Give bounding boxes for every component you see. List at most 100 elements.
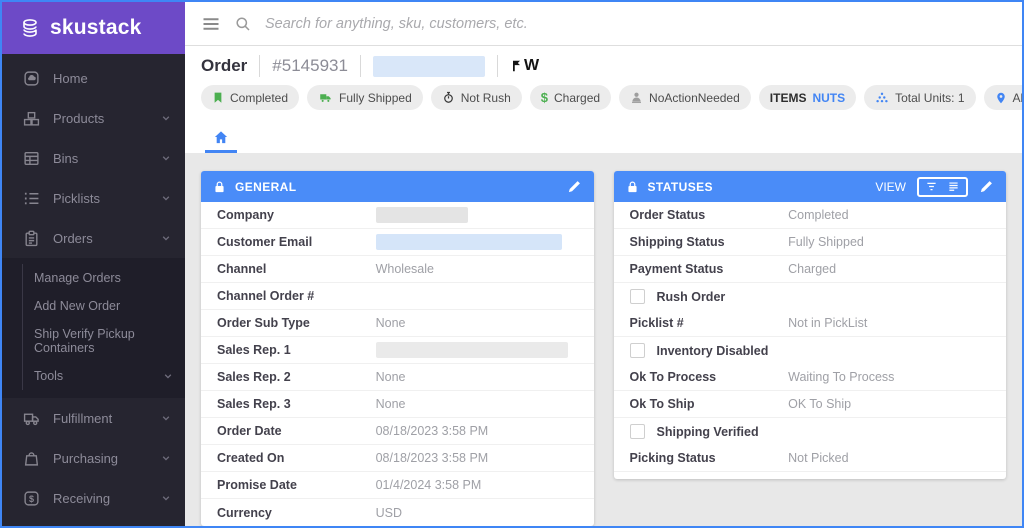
field-row-created-on: Created On 08/18/2023 3:58 PM (201, 445, 594, 472)
field-value: 08/18/2023 3:58 PM (375, 424, 489, 438)
field-label: Channel (217, 262, 267, 276)
field-label: Payment Status (629, 262, 724, 276)
bookmark-icon (212, 91, 224, 104)
redacted-value (375, 207, 468, 223)
person-icon (630, 91, 643, 104)
shipping-verified-checkbox[interactable] (629, 424, 645, 439)
badge-label: Aliquippa, PA, United States (1012, 90, 1023, 105)
home-icon (22, 70, 40, 87)
location-badge: Aliquippa, PA, United States (983, 85, 1023, 110)
field-row-sales-rep-3: Sales Rep. 3 None (201, 391, 594, 418)
field-label: Channel Order # (217, 289, 315, 303)
submenu-item-label: Manage Orders (34, 271, 121, 285)
field-label: Inventory Disabled (656, 343, 769, 358)
field-value: None (375, 316, 406, 330)
main-area: Order #5145931 W Completed (185, 2, 1022, 526)
order-number: #5145931 (272, 56, 348, 75)
edit-general-button[interactable] (567, 179, 582, 194)
picklists-icon (22, 190, 40, 207)
orders-icon (22, 230, 40, 247)
lock-icon (213, 180, 226, 194)
sidebar-item-label: Products (53, 110, 105, 126)
filter-view-icon[interactable] (925, 181, 938, 192)
redacted-value (375, 342, 568, 358)
chevron-down-icon (161, 413, 171, 423)
sidebar-nav: Home Products Bins Picklists Orders Mana… (2, 54, 185, 526)
submenu-item-label: Add New Order (34, 299, 121, 313)
checkbox-row-inventory-disabled: Inventory Disabled (614, 337, 1007, 364)
sidebar-item-home[interactable]: Home (2, 58, 185, 98)
checkbox-row-rush-order: Rush Order (614, 283, 1007, 310)
divider (496, 55, 498, 77)
redacted-order-name (372, 55, 485, 77)
field-label: Shipping Status (629, 235, 725, 249)
general-panel-header: GENERAL (201, 171, 594, 202)
submenu-item-label: Ship Verify Pickup Containers (34, 327, 135, 355)
sidebar-item-picklists[interactable]: Picklists (2, 178, 185, 218)
field-label: Shipping Verified (656, 424, 759, 439)
field-row-currency: Currency USD (201, 499, 594, 526)
field-label: Promise Date (217, 478, 297, 492)
sidebar-item-purchasing[interactable]: Purchasing (2, 438, 185, 478)
sidebar-item-transfer[interactable]: Transfer (2, 518, 185, 526)
status-badge-completed: Completed (201, 85, 300, 110)
inventory-disabled-checkbox[interactable] (629, 343, 645, 358)
view-toggle-group[interactable] (917, 176, 968, 197)
hamburger-menu-icon[interactable] (201, 14, 221, 34)
submenu-item-manage-orders[interactable]: Manage Orders (23, 264, 185, 292)
search-input[interactable] (265, 15, 1006, 32)
submenu-item-tools[interactable]: Tools (23, 362, 185, 390)
field-label: Currency (217, 505, 272, 520)
field-row-sales-rep-1: Sales Rep. 1 (201, 337, 594, 364)
tab-home[interactable] (205, 130, 237, 153)
page-title: Order (201, 56, 248, 75)
sidebar-item-label: Receiving (53, 490, 111, 506)
submenu-item-label: Tools (34, 369, 64, 383)
panel-title: GENERAL (235, 179, 297, 194)
order-badges: Completed Fully Shipped Not Rush $ Charg… (185, 83, 1022, 122)
badge-label: Fully Shipped (339, 90, 412, 105)
field-row-ok-to-ship: Ok To Ship OK To Ship (613, 391, 1006, 418)
general-rows: Company Customer Email Channel Wholesale… (201, 202, 594, 526)
field-label: Rush Order (656, 289, 726, 304)
field-label: Sales Rep. 2 (217, 370, 291, 384)
channel-brand-logo: W (510, 57, 539, 75)
lock-icon (626, 180, 639, 194)
pin-icon (995, 91, 1007, 105)
submenu-item-ship-verify-pickup-containers[interactable]: Ship Verify Pickup Containers (23, 320, 185, 362)
field-value: Charged (788, 262, 837, 276)
sidebar-item-fulfillment[interactable]: Fulfillment (2, 398, 185, 438)
field-row-promise-date: Promise Date 01/4/2024 3:58 PM (201, 472, 594, 499)
panel-title: STATUSES (647, 179, 713, 194)
chevron-down-icon (161, 153, 171, 163)
redacted-value (375, 234, 562, 250)
status-badge-charged: $ Charged (529, 85, 612, 110)
list-view-icon[interactable] (947, 181, 960, 192)
edit-statuses-button[interactable] (979, 179, 994, 194)
field-label: Ok To Ship (629, 397, 695, 411)
field-row-ok-to-process: Ok To Process Waiting To Process (613, 364, 1006, 391)
status-badge-not-rush: Not Rush (430, 85, 522, 110)
bins-icon (22, 150, 40, 167)
sidebar-item-products[interactable]: Products (2, 98, 185, 138)
divider (259, 55, 261, 77)
sidebar-item-bins[interactable]: Bins (2, 138, 185, 178)
field-label: Picklist # (629, 316, 684, 330)
items-badge-prefix: ITEMS (769, 90, 807, 105)
items-badge-link[interactable]: NUTS (812, 91, 845, 105)
field-label: Sales Rep. 1 (217, 343, 291, 357)
sidebar-item-label: Fulfillment (53, 410, 113, 426)
submenu-item-add-new-order[interactable]: Add New Order (23, 292, 185, 320)
field-value: Fully Shipped (788, 235, 864, 249)
field-label: Customer Email (217, 235, 313, 249)
chevron-down-icon (161, 113, 171, 123)
field-value: Completed (788, 208, 849, 222)
divider (359, 55, 361, 77)
sidebar-item-orders[interactable]: Orders (2, 218, 185, 258)
rush-order-checkbox[interactable] (629, 289, 645, 304)
bag-icon (22, 450, 40, 467)
sidebar-item-receiving[interactable]: $ Receiving (2, 478, 185, 518)
brand-letter: W (523, 57, 540, 74)
field-label: Ok To Process (629, 370, 717, 384)
field-row-order-date: Order Date 08/18/2023 3:58 PM (201, 418, 594, 445)
